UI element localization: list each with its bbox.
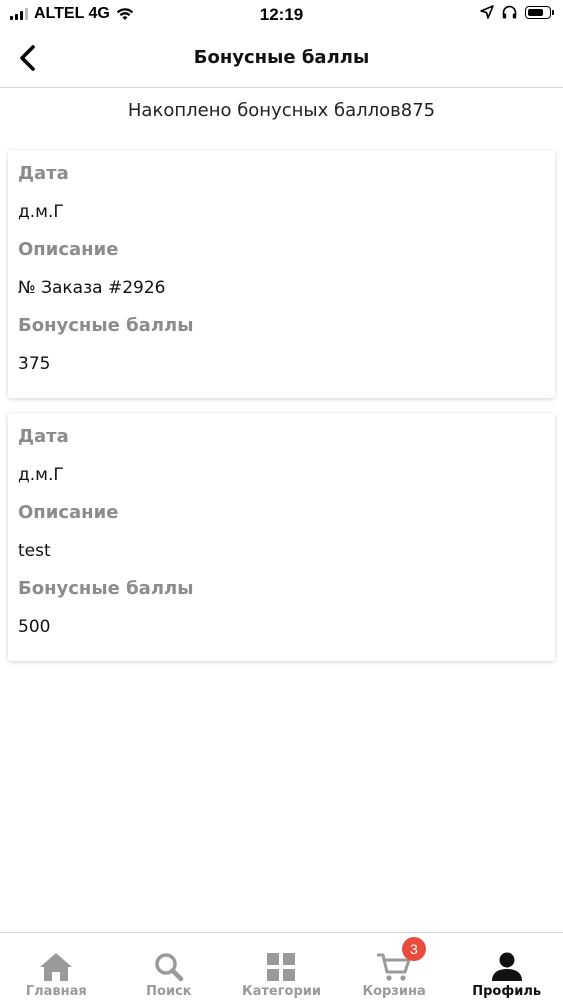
header: Бонусные баллы [0, 30, 563, 88]
headphones-icon [502, 5, 517, 19]
person-icon [491, 952, 522, 981]
status-bar: ALTEL 4G 12:19 [0, 0, 563, 30]
date-value: д.м.Г [18, 465, 64, 485]
tab-label: Поиск [146, 984, 192, 999]
description-value: № Заказа #2926 [18, 278, 166, 298]
points-value: 500 [18, 617, 51, 637]
points-value: 375 [18, 354, 51, 374]
points-label: Бонусные баллы [18, 315, 194, 336]
bonus-entry-card: Дата д.м.Г Описание № Заказа #2926 Бонус… [8, 150, 555, 398]
cart-count-badge: 3 [401, 937, 426, 961]
points-label: Бонусные баллы [18, 578, 194, 599]
tab-label: Категории [241, 984, 321, 999]
tab-home[interactable]: Главная [0, 933, 113, 1001]
location-arrow-icon [480, 5, 494, 19]
description-label: Описание [18, 502, 119, 523]
status-time: 12:19 [259, 5, 304, 24]
description-value: test [18, 541, 51, 561]
tab-search[interactable]: Поиск [113, 933, 226, 1001]
bonus-total-summary: Накоплено бонусных баллов875 [127, 100, 436, 121]
tab-label: Корзина [362, 984, 426, 999]
status-right [480, 5, 554, 19]
tab-profile[interactable]: Профиль [450, 933, 563, 1001]
description-label: Описание [18, 239, 119, 260]
tab-cart[interactable]: Корзина 3 [338, 933, 451, 1001]
date-label: Дата [18, 163, 69, 184]
grid-icon [267, 953, 296, 981]
tab-categories[interactable]: Категории [225, 933, 338, 1001]
bottom-tab-bar: Главная Поиск Категории Корзина 3 Профил… [0, 932, 563, 1001]
bonus-entry-card: Дата д.м.Г Описание test Бонусные баллы … [8, 413, 555, 661]
tab-label: Профиль [472, 984, 542, 999]
page-title: Бонусные баллы [193, 47, 370, 68]
home-icon [40, 953, 73, 981]
battery-level [528, 8, 543, 16]
tab-label: Главная [25, 984, 87, 999]
battery-icon [525, 5, 554, 19]
date-label: Дата [18, 426, 69, 447]
search-icon [155, 953, 184, 982]
date-value: д.м.Г [18, 202, 64, 222]
